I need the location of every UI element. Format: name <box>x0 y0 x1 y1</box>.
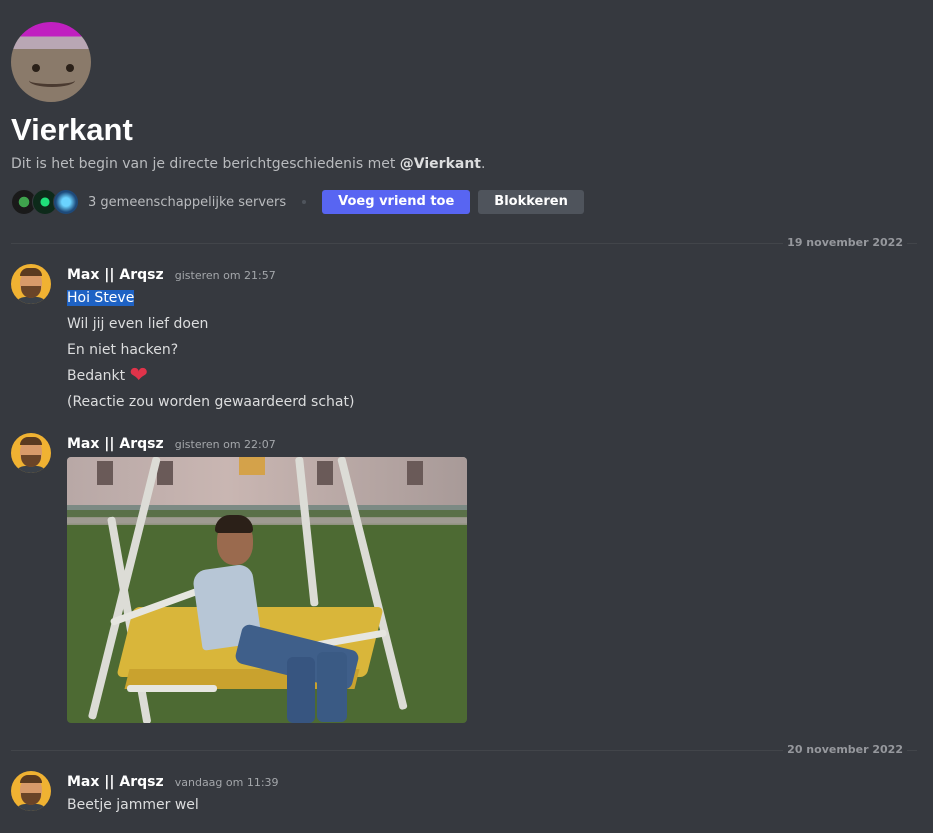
separator-dot <box>302 200 307 204</box>
heart-emoji[interactable]: ❤ <box>130 363 148 388</box>
message-group: Max || Arqsz gisteren om 21:57 Hoi Steve… <box>11 264 911 412</box>
mutual-server-icons[interactable] <box>11 189 79 215</box>
message-text: (Reactie zou worden gewaardeerd schat) <box>67 394 355 410</box>
dm-avatar[interactable] <box>11 22 91 102</box>
photo-path <box>67 517 467 525</box>
message-text: Wil jij even lief doen <box>67 316 209 332</box>
avatar-shirt <box>15 804 47 811</box>
author-name[interactable]: Max || Arqsz <box>67 436 164 452</box>
photo-person <box>287 657 315 723</box>
mutual-servers-link[interactable]: 3 gemeenschappelijke servers <box>88 195 286 210</box>
avatar-hair <box>20 268 42 276</box>
intro-text: Dit is het begin van je directe berichtg… <box>11 156 400 172</box>
message-timestamp: vandaag om 11:39 <box>174 776 279 789</box>
author-name[interactable]: Max || Arqsz <box>67 267 164 283</box>
swing-rail <box>127 685 217 692</box>
block-button[interactable]: Blokkeren <box>478 190 584 214</box>
message-group: Max || Arqsz gisteren om 22:07 <box>11 433 911 723</box>
avatar-shirt <box>15 297 47 304</box>
avatar-hair <box>20 437 42 445</box>
avatar-hair <box>20 775 42 783</box>
dm-meta-row: 3 gemeenschappelijke servers Voeg vriend… <box>11 189 911 215</box>
divider-date: 19 november 2022 <box>783 236 907 249</box>
author-avatar[interactable] <box>11 771 51 811</box>
intro-suffix: . <box>481 156 486 172</box>
photo-window <box>157 461 173 485</box>
message-text-content: Bedankt <box>67 368 126 384</box>
selected-text: Hoi Steve <box>67 290 135 306</box>
photo-window <box>97 461 113 485</box>
add-friend-button[interactable]: Voeg vriend toe <box>322 190 471 214</box>
photo-person <box>215 515 253 533</box>
photo-window <box>407 461 423 485</box>
author-avatar[interactable] <box>11 264 51 304</box>
message-text: Beetje jammer wel <box>67 797 199 813</box>
message-text: Bedankt ❤ <box>67 363 911 388</box>
photo-lamp <box>239 457 265 475</box>
avatar-eye <box>32 64 40 72</box>
server-icon[interactable] <box>53 189 79 215</box>
dm-name: Vierkant <box>11 112 133 147</box>
date-divider: 20 november 2022 <box>11 743 917 756</box>
photo-window <box>317 461 333 485</box>
date-divider: 19 november 2022 <box>11 236 917 249</box>
avatar-eye <box>66 64 74 72</box>
message-text: Hoi Steve <box>67 288 911 308</box>
dm-header: Vierkant Dit is het begin van je directe… <box>11 22 911 215</box>
message-text: En niet hacken? <box>67 342 179 358</box>
image-attachment[interactable] <box>67 457 467 723</box>
author-name[interactable]: Max || Arqsz <box>67 774 164 790</box>
divider-date: 20 november 2022 <box>783 743 907 756</box>
message-timestamp: gisteren om 22:07 <box>174 438 276 451</box>
dm-intro: Dit is het begin van je directe berichtg… <box>11 156 911 172</box>
message-timestamp: gisteren om 21:57 <box>174 269 276 282</box>
message-group: Max || Arqsz vandaag om 11:39 Beetje jam… <box>11 771 911 815</box>
photo-person <box>317 652 347 722</box>
avatar-shirt <box>15 466 47 473</box>
author-avatar[interactable] <box>11 433 51 473</box>
intro-handle: @Vierkant <box>399 156 481 172</box>
avatar-mouth <box>29 74 75 87</box>
